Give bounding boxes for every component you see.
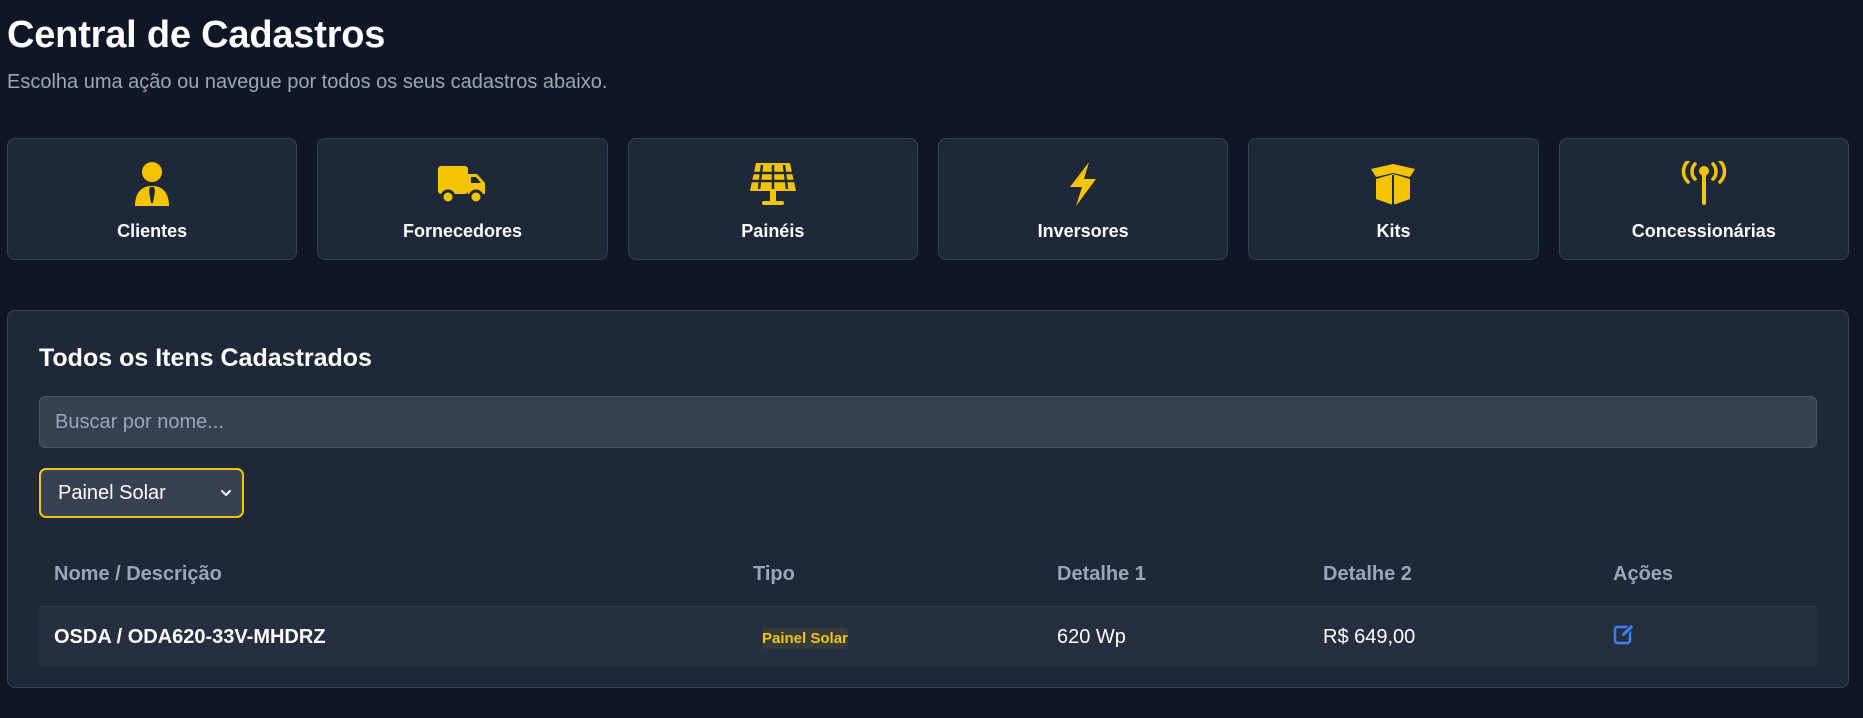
items-panel: Todos os Itens Cadastrados Painel Solar … bbox=[7, 310, 1849, 688]
card-concessionarias[interactable]: Concessionárias bbox=[1558, 138, 1849, 260]
card-label: Fornecedores bbox=[402, 221, 523, 241]
type-filter-value: Painel Solar bbox=[58, 481, 166, 504]
card-label: Kits bbox=[1376, 221, 1411, 241]
page-title: Central de Cadastros bbox=[7, 14, 386, 56]
edit-icon[interactable] bbox=[1613, 623, 1637, 647]
item-detail2: R$ 649,00 bbox=[1323, 625, 1416, 648]
table-header: Nome / Descrição Tipo Detalhe 1 Detalhe … bbox=[39, 543, 1817, 607]
card-kits[interactable]: Kits bbox=[1248, 138, 1539, 260]
card-label: Painéis bbox=[741, 221, 805, 241]
table-row: OSDA / ODA620-33V-MHDRZ Painel Solar 620… bbox=[39, 607, 1817, 667]
panel-title: Todos os Itens Cadastrados bbox=[39, 344, 372, 372]
user-tie-icon bbox=[127, 161, 177, 207]
column-header-detail2: Detalhe 2 bbox=[1323, 563, 1412, 585]
page-subtitle: Escolha uma ação ou navegue por todos os… bbox=[7, 71, 608, 93]
page: Central de Cadastros Escolha uma ação ou… bbox=[0, 0, 1863, 718]
truck-icon bbox=[437, 161, 487, 207]
card-label: Inversores bbox=[1037, 221, 1129, 241]
card-inversores[interactable]: Inversores bbox=[937, 138, 1229, 260]
card-paineis[interactable]: Painéis bbox=[627, 138, 918, 260]
solar-panel-icon bbox=[748, 161, 798, 207]
column-header-name: Nome / Descrição bbox=[54, 563, 222, 585]
shortcut-cards: Clientes Fornecedores Painéis Inversores… bbox=[7, 138, 1849, 260]
box-open-icon bbox=[1368, 161, 1418, 207]
card-fornecedores[interactable]: Fornecedores bbox=[317, 138, 608, 260]
column-header-type: Tipo bbox=[753, 563, 795, 585]
type-filter-select[interactable]: Painel Solar bbox=[39, 468, 244, 518]
column-header-actions: Ações bbox=[1613, 563, 1674, 585]
items-table: Nome / Descrição Tipo Detalhe 1 Detalhe … bbox=[39, 543, 1817, 667]
type-badge: Painel Solar bbox=[762, 627, 848, 649]
item-detail1: 620 Wp bbox=[1057, 625, 1126, 648]
card-label: Concessionárias bbox=[1631, 221, 1776, 241]
card-label: Clientes bbox=[117, 221, 188, 241]
item-actions bbox=[1613, 623, 1817, 651]
search-input[interactable] bbox=[39, 396, 1817, 448]
item-type-cell: Painel Solar bbox=[753, 626, 1057, 649]
item-name: OSDA / ODA620-33V-MHDRZ bbox=[54, 625, 326, 648]
chevron-down-icon bbox=[221, 490, 231, 497]
broadcast-tower-icon bbox=[1679, 161, 1729, 207]
column-header-detail1: Detalhe 1 bbox=[1057, 563, 1146, 585]
bolt-icon bbox=[1058, 161, 1108, 207]
card-clientes[interactable]: Clientes bbox=[7, 138, 298, 260]
